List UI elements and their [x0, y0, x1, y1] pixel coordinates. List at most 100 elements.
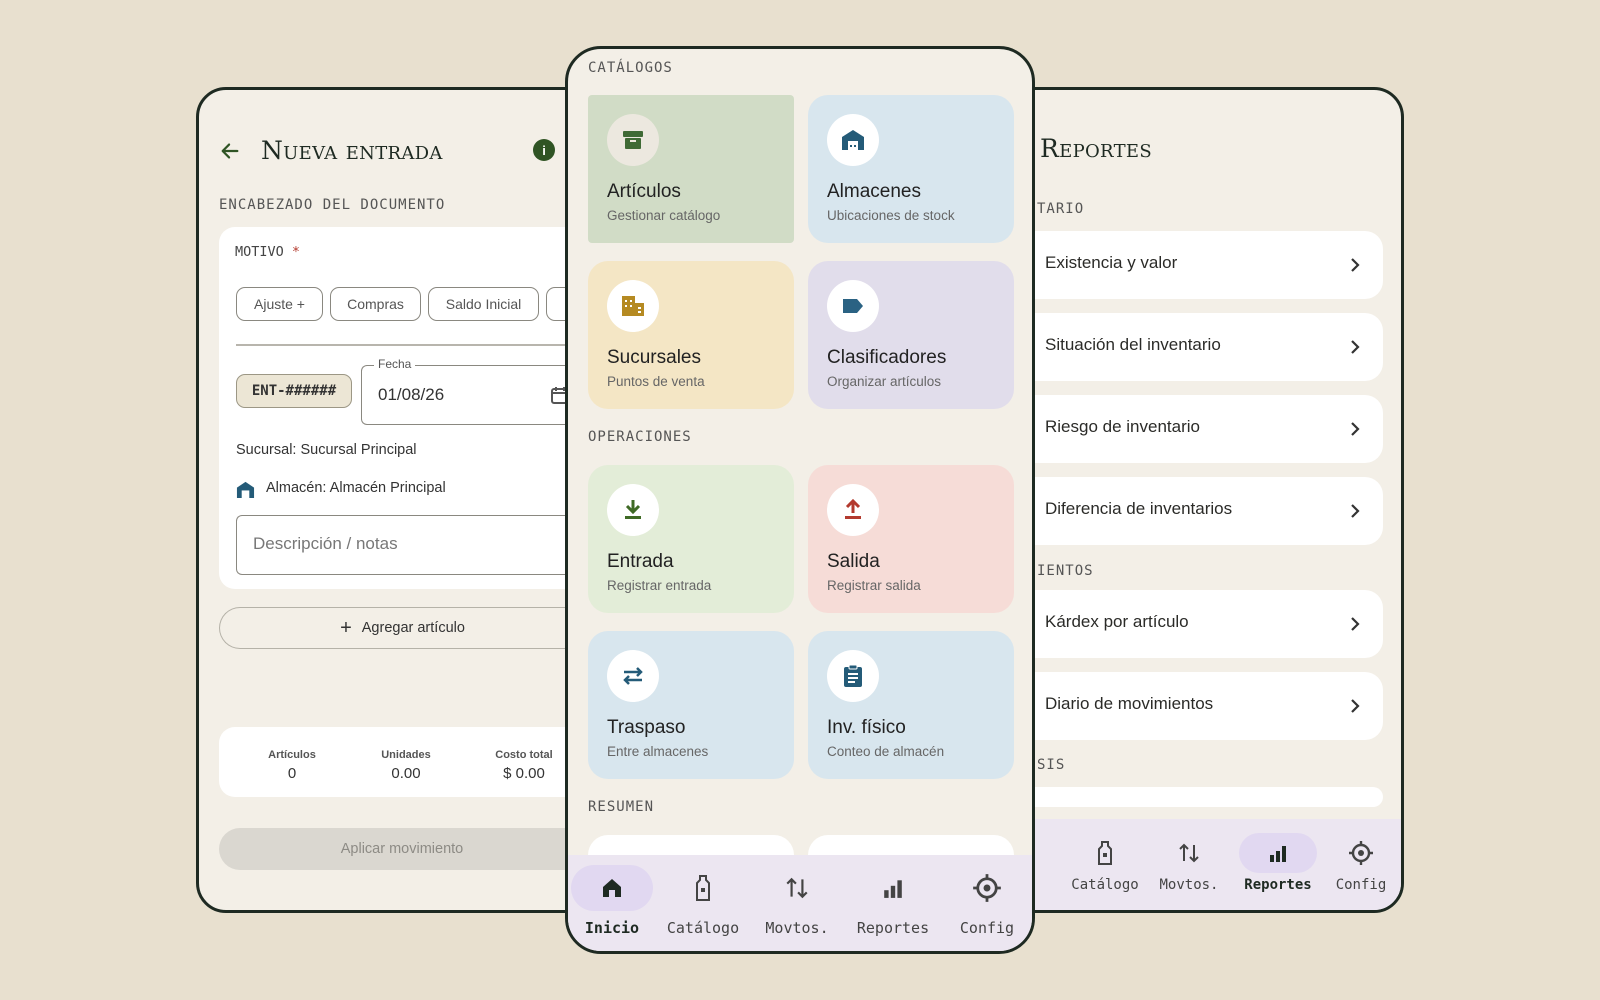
- report-diario[interactable]: Diario de movimientos: [1003, 672, 1383, 740]
- tile-title: Entrada: [607, 551, 674, 572]
- nav-label: Config: [959, 919, 1015, 937]
- chip-compras[interactable]: Compras: [330, 287, 421, 321]
- section-title: ENCABEZADO DEL DOCUMENTO: [219, 197, 446, 213]
- stat-value: $ 0.00: [503, 765, 545, 782]
- page-title: Nueva entrada: [261, 136, 443, 165]
- report-label: Diferencia de inventarios: [1045, 499, 1233, 518]
- nav-label: Reportes: [856, 919, 930, 937]
- chip-ajuste[interactable]: Ajuste +: [236, 287, 323, 321]
- chevron-right-icon: [1351, 504, 1360, 518]
- nav-inicio[interactable]: Inicio: [570, 865, 654, 937]
- apply-button[interactable]: Aplicar movimiento: [219, 828, 593, 870]
- stat-label: Costo total: [495, 749, 553, 761]
- nav-label: Movtos.: [765, 919, 829, 937]
- report-partial[interactable]: [1003, 787, 1383, 807]
- chevron-right-icon: [1351, 258, 1360, 272]
- reportes-screen: Reportes TARIO Existencia y valor Situac…: [1000, 87, 1404, 913]
- tile-title: Salida: [827, 551, 880, 572]
- page-title: Reportes: [1040, 134, 1152, 163]
- section-resumen: RESUMEN: [588, 799, 655, 815]
- chevron-right-icon: [1351, 340, 1360, 354]
- report-existencia[interactable]: Existencia y valor: [1003, 231, 1383, 299]
- report-label: Situación del inventario: [1045, 335, 1221, 354]
- nav-movtos[interactable]: Movtos.: [1153, 833, 1225, 893]
- tile-articulos[interactable]: Artículos Gestionar catálogo: [588, 95, 794, 243]
- chip-saldo-inicial[interactable]: Saldo Inicial: [428, 287, 539, 321]
- home-icon: [571, 865, 653, 911]
- catalog-icon: [673, 865, 733, 911]
- section-operaciones: OPERACIONES: [588, 429, 692, 445]
- motivo-label: MOTIVO *: [235, 244, 300, 260]
- report-diferencia[interactable]: Diferencia de inventarios: [1003, 477, 1383, 545]
- report-label: Kárdex por artículo: [1045, 612, 1189, 631]
- archive-box-icon: [607, 114, 659, 166]
- add-item-label: Agregar artículo: [361, 620, 465, 636]
- divider: [236, 344, 593, 346]
- tile-clasificadores[interactable]: Clasificadores Organizar artículos: [808, 261, 1014, 409]
- settings-icon: [957, 865, 1017, 911]
- report-label: Existencia y valor: [1045, 253, 1178, 272]
- tile-salida[interactable]: Salida Registrar salida: [808, 465, 1014, 613]
- section-analisis: SIS: [1037, 757, 1066, 773]
- nav-config[interactable]: Config: [1325, 833, 1397, 893]
- add-item-button[interactable]: + Agregar artículo: [219, 607, 593, 649]
- stat-costo: Costo total $ 0.00: [491, 749, 557, 782]
- nav-movtos[interactable]: Movtos.: [754, 865, 840, 937]
- report-riesgo[interactable]: Riesgo de inventario: [1003, 395, 1383, 463]
- tile-title: Clasificadores: [827, 347, 947, 368]
- tile-title: Sucursales: [607, 347, 701, 368]
- chevron-right-icon: [1351, 617, 1360, 631]
- fecha-value: 01/08/26: [378, 385, 445, 404]
- nav-reportes[interactable]: Reportes: [848, 865, 938, 937]
- chevron-right-icon: [1351, 422, 1360, 436]
- swap-icon: [607, 650, 659, 702]
- fecha-field[interactable]: Fecha 01/08/26: [361, 357, 593, 425]
- info-icon[interactable]: i: [533, 139, 555, 161]
- warehouse-icon: [236, 481, 255, 499]
- tile-subtitle: Entre almacenes: [607, 744, 709, 759]
- tile-entrada[interactable]: Entrada Registrar entrada: [588, 465, 794, 613]
- warehouse-icon: [827, 114, 879, 166]
- chevron-right-icon: [1351, 699, 1360, 713]
- report-situacion[interactable]: Situación del inventario: [1003, 313, 1383, 381]
- arrows-updown-icon: [767, 865, 827, 911]
- building-icon: [607, 280, 659, 332]
- tile-title: Artículos: [607, 181, 681, 202]
- tile-almacenes[interactable]: Almacenes Ubicaciones de stock: [808, 95, 1014, 243]
- stat-value: 0: [287, 765, 297, 782]
- inicio-screen: CATÁLOGOS Artículos Gestionar catálogo A…: [565, 46, 1035, 954]
- nav-catalogo[interactable]: Catálogo: [660, 865, 746, 937]
- report-kardex[interactable]: Kárdex por artículo: [1003, 590, 1383, 658]
- catalog-icon: [1077, 833, 1133, 873]
- tile-subtitle: Registrar salida: [827, 578, 921, 593]
- header: Nueva entrada: [219, 136, 443, 165]
- tag-icon: [827, 280, 879, 332]
- bar-chart-icon: [1239, 833, 1317, 873]
- bar-chart-icon: [863, 865, 923, 911]
- motivo-text: MOTIVO: [235, 244, 284, 260]
- settings-icon: [1333, 833, 1389, 873]
- tile-title: Almacenes: [827, 181, 921, 202]
- required-mark: *: [291, 244, 301, 260]
- tile-subtitle: Ubicaciones de stock: [827, 208, 955, 223]
- section-catalogos: CATÁLOGOS: [588, 60, 673, 76]
- back-arrow-icon[interactable]: [219, 140, 241, 162]
- doc-code-badge: ENT-######: [236, 374, 352, 408]
- nav-config[interactable]: Config: [944, 865, 1030, 937]
- descripcion-input[interactable]: Descripción / notas: [236, 515, 593, 575]
- tile-traspaso[interactable]: Traspaso Entre almacenes: [588, 631, 794, 779]
- nav-label: Catálogo: [666, 919, 740, 937]
- nav-reportes[interactable]: Reportes: [1235, 833, 1321, 893]
- tile-subtitle: Organizar artículos: [827, 374, 942, 389]
- nav-label: Catálogo: [1071, 877, 1139, 893]
- stat-unidades: Unidades 0.00: [371, 749, 441, 782]
- nav-label: Config: [1335, 877, 1387, 893]
- tile-sucursales[interactable]: Sucursales Puntos de venta: [588, 261, 794, 409]
- nav-label: Movtos.: [1159, 877, 1219, 893]
- tile-inv-fisico[interactable]: Inv. físico Conteo de almacén: [808, 631, 1014, 779]
- tile-subtitle: Puntos de venta: [607, 374, 705, 389]
- nav-catalogo[interactable]: Catálogo: [1069, 833, 1141, 893]
- tile-subtitle: Registrar entrada: [607, 578, 712, 593]
- summary-card: Artículos 0 Unidades 0.00 Costo total $ 0.0…: [219, 727, 593, 797]
- tile-subtitle: Gestionar catálogo: [607, 208, 721, 223]
